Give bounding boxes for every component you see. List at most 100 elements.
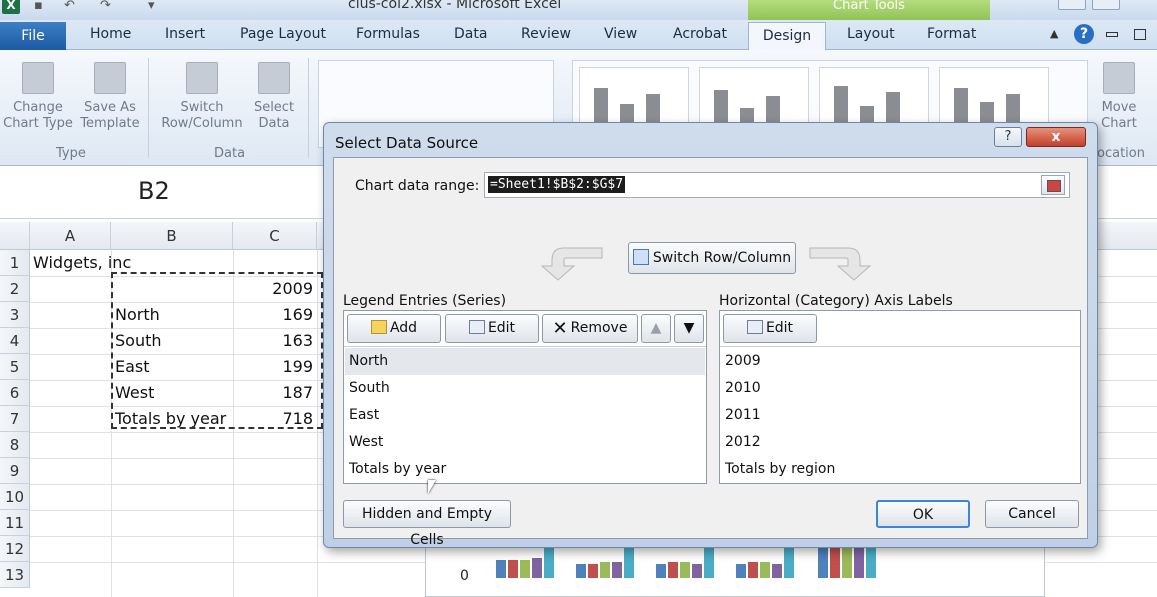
series-item[interactable]: South <box>345 375 705 402</box>
edit-series-button[interactable]: Edit <box>445 314 539 343</box>
save-as-template-button[interactable]: Save As Template <box>78 62 142 132</box>
select-all-corner[interactable] <box>0 222 30 250</box>
series-item[interactable]: West <box>345 429 705 456</box>
edit-icon <box>468 320 485 334</box>
save-as-template-label: Save As Template <box>80 100 140 131</box>
row-header[interactable]: 12 <box>0 536 30 562</box>
remove-x-icon: ✕ <box>552 318 568 339</box>
column-header-c[interactable]: C <box>233 222 317 250</box>
move-up-button[interactable]: ▲ <box>641 314 671 343</box>
axis-labels-panel: Edit 2009 2010 2011 2012 Totals by regio… <box>719 310 1081 484</box>
tab-view[interactable]: View <box>604 26 637 42</box>
restore-button[interactable] <box>1092 0 1120 10</box>
switch-row-column-icon <box>632 249 649 265</box>
edit-series-label: Edit <box>487 320 516 336</box>
tab-acrobat[interactable]: Acrobat <box>673 26 727 42</box>
group-data-label: Data <box>214 146 246 161</box>
chart-data-range-input[interactable]: =Sheet1!$B$2:$G$7 <box>484 172 1070 198</box>
group-separator <box>308 58 309 158</box>
tab-home[interactable]: Home <box>90 26 131 42</box>
chart-data-range-value[interactable]: =Sheet1!$B$2:$G$7 <box>488 176 626 193</box>
hidden-empty-cells-button[interactable]: Hidden and Empty Cells <box>343 500 511 548</box>
row-header[interactable]: 11 <box>0 510 30 536</box>
add-series-label: Add <box>389 320 418 336</box>
row-header[interactable]: 4 <box>0 328 30 354</box>
row-header[interactable]: 2 <box>0 276 30 302</box>
remove-series-label: Remove <box>570 320 628 336</box>
move-chart-label: Move Chart <box>1101 100 1137 131</box>
move-chart-button[interactable]: Move Chart <box>1096 62 1142 132</box>
tab-file[interactable]: File <box>0 22 66 50</box>
redo-icon[interactable]: ↷ <box>100 0 111 13</box>
dialog-close-button[interactable]: x <box>1026 127 1086 147</box>
tab-insert[interactable]: Insert <box>165 26 205 42</box>
undo-icon[interactable]: ↶ <box>64 0 75 13</box>
window-minimize-icon[interactable] <box>1106 32 1118 37</box>
axis-labels-label: Horizontal (Category) Axis Labels <box>719 293 953 309</box>
tab-page-layout[interactable]: Page Layout <box>240 26 326 42</box>
switch-row-column-button[interactable]: Switch Row/Column <box>628 242 796 274</box>
ribbon-tabs: File Home Insert Page Layout Formulas Da… <box>0 20 1157 51</box>
tab-review[interactable]: Review <box>521 26 571 42</box>
tab-data[interactable]: Data <box>454 26 487 42</box>
row-header[interactable]: 13 <box>0 562 30 588</box>
row-header[interactable]: 9 <box>0 458 30 484</box>
tab-design[interactable]: Design <box>748 22 826 51</box>
group-type-label: Type <box>56 146 86 161</box>
legend-entries-panel: Add Edit ✕ Remove ▲ ▼ North South East We… <box>343 310 707 484</box>
remove-series-button[interactable]: ✕ Remove <box>542 314 638 343</box>
category-item[interactable]: 2009 <box>721 348 1079 375</box>
chart-type-icon <box>22 62 54 94</box>
tab-layout[interactable]: Layout <box>847 26 895 42</box>
category-item[interactable]: Totals by region <box>721 456 1079 483</box>
name-box[interactable]: B2 <box>138 177 170 205</box>
dialog-help-button[interactable]: ? <box>994 127 1022 147</box>
switch-row-column-ribbon-button[interactable]: Switch Row/Column <box>156 62 248 132</box>
switch-row-column-ribbon-label: Switch Row/Column <box>161 100 243 131</box>
title-bar: X ▪ ↶ ↷ ▾ clus-col2.xlsx - Microsoft Exc… <box>0 0 1157 22</box>
edit-axis-labels-button[interactable]: Edit <box>723 314 817 343</box>
select-data-icon <box>258 62 290 94</box>
edit-icon <box>746 320 763 334</box>
row-header[interactable]: 8 <box>0 432 30 458</box>
category-item[interactable]: 2010 <box>721 375 1079 402</box>
select-data-ribbon-button[interactable]: Select Data <box>250 62 298 132</box>
change-chart-type-label: Change Chart Type <box>3 100 73 131</box>
row-header[interactable]: 10 <box>0 484 30 510</box>
right-curved-arrow-icon <box>809 247 872 281</box>
column-header-b[interactable]: B <box>111 222 233 250</box>
row-header[interactable]: 1 <box>0 250 30 276</box>
minimize-button[interactable] <box>1058 0 1086 10</box>
chart-axis-zero-label: 0 <box>460 568 469 584</box>
tab-format[interactable]: Format <box>927 26 976 42</box>
window-restore-icon[interactable] <box>1134 29 1146 40</box>
series-item[interactable]: North <box>345 348 705 375</box>
row-header[interactable]: 7 <box>0 406 30 432</box>
add-series-button[interactable]: Add <box>347 314 441 343</box>
save-icon[interactable]: ▪ <box>34 0 43 13</box>
series-item[interactable]: Totals by year <box>345 456 705 483</box>
column-header-a[interactable]: A <box>30 222 111 250</box>
legend-entries-label: Legend Entries (Series) <box>343 293 507 309</box>
customize-quick-access-icon[interactable]: ▾ <box>148 0 155 13</box>
row-header[interactable]: 6 <box>0 380 30 406</box>
category-item[interactable]: 2011 <box>721 402 1079 429</box>
help-icon[interactable]: ? <box>1074 24 1094 44</box>
tab-formulas[interactable]: Formulas <box>356 26 420 42</box>
change-chart-type-button[interactable]: Change Chart Type <box>2 62 74 132</box>
dialog-title: Select Data Source <box>335 134 479 152</box>
group-location-label: ocation <box>1097 146 1145 161</box>
series-item[interactable]: East <box>345 402 705 429</box>
move-down-button[interactable]: ▼ <box>674 314 704 343</box>
collapse-dialog-icon[interactable] <box>1041 175 1065 195</box>
edit-axis-labels-label: Edit <box>765 320 794 336</box>
row-header[interactable]: 3 <box>0 302 30 328</box>
row-header[interactable]: 5 <box>0 354 30 380</box>
ok-button[interactable]: OK <box>876 500 970 528</box>
category-item[interactable]: 2012 <box>721 429 1079 456</box>
minimize-ribbon-caret-icon[interactable]: ▲ <box>1050 27 1058 40</box>
cancel-button[interactable]: Cancel <box>985 500 1079 528</box>
move-chart-icon <box>1103 62 1135 94</box>
dialog-body: Chart data range: =Sheet1!$B$2:$G$7 Swit… <box>333 157 1088 548</box>
copy-marquee-selection <box>111 272 323 429</box>
